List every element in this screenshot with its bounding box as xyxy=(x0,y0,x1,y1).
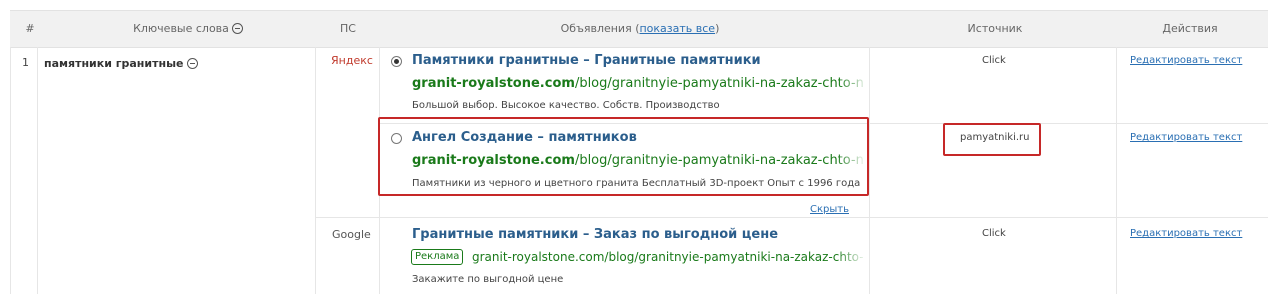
ad-description: Большой выбор. Высокое качество. Собств.… xyxy=(412,100,720,111)
header-num: # xyxy=(25,22,35,35)
row-number: 1 xyxy=(22,56,29,69)
edit-text-link[interactable]: Редактировать текст xyxy=(1130,132,1242,143)
ad-source: Click xyxy=(982,55,1006,66)
header-ads-label: Объявления ( xyxy=(560,22,640,35)
url-fade xyxy=(836,153,866,171)
col-divider xyxy=(1116,47,1117,294)
ad-select-radio[interactable] xyxy=(391,133,402,144)
ad-path: /blog/granitnyie-pamyatniki-na-zakaz-cht… xyxy=(574,153,864,168)
ad-url: granit-royalstone.com/blog/granitnyie-pa… xyxy=(472,250,864,264)
top-strip xyxy=(0,0,1268,10)
header-ps: ПС xyxy=(340,22,356,35)
col-divider xyxy=(37,47,38,294)
ad-source: Click xyxy=(982,228,1006,239)
ad-source: pamyatniki.ru xyxy=(960,132,1030,143)
header-ads: Объявления (показать все) xyxy=(540,11,740,47)
col-divider xyxy=(315,47,316,294)
collapse-all-icon[interactable] xyxy=(231,23,243,34)
ad-url: granit-royalstone.com/blog/granitnyie-pa… xyxy=(412,76,864,91)
ad-domain: granit-royalstone.com xyxy=(412,76,575,91)
ad-select-radio[interactable] xyxy=(391,56,402,67)
edit-text-link[interactable]: Редактировать текст xyxy=(1130,55,1242,66)
ad-title: Гранитные памятники – Заказ по выгодной … xyxy=(412,227,779,242)
table-header: # Ключевые слова ПС Объявления (показать… xyxy=(10,10,1268,48)
ps-google: Google xyxy=(332,228,371,241)
ad-description: Закажите по выгодной цене xyxy=(412,274,564,285)
header-keywords: Ключевые слова xyxy=(118,11,258,47)
keyword-cell: памятники гранитные xyxy=(44,57,198,70)
edit-text-link[interactable]: Редактировать текст xyxy=(1130,228,1242,239)
ad-title: Ангел Создание – памятников xyxy=(412,130,637,145)
ad-domain: granit-royalstone.com xyxy=(412,153,575,168)
show-all-link[interactable]: показать все xyxy=(639,22,715,35)
header-actions: Действия xyxy=(1162,22,1218,35)
header-keywords-label: Ключевые слова xyxy=(133,22,229,35)
col-divider xyxy=(10,47,11,294)
header-source: Источник xyxy=(967,22,1023,35)
url-fade xyxy=(838,76,868,94)
header-ads-suffix: ) xyxy=(715,22,720,35)
ad-path: /blog/granitnyie-pamyatniki-na-zakaz-cht… xyxy=(574,76,864,91)
ps-yandex: Яндекс xyxy=(331,54,373,67)
hide-link[interactable]: Скрыть xyxy=(810,204,849,215)
ad-badge: Реклама xyxy=(411,249,464,265)
col-divider xyxy=(869,47,870,294)
collapse-keyword-icon[interactable] xyxy=(186,58,198,69)
ad-title: Памятники гранитные – Гранитные памятник… xyxy=(412,53,761,68)
keyword-text: памятники гранитные xyxy=(44,57,184,70)
row-divider xyxy=(315,217,1268,218)
ad-url: granit-royalstone.com/blog/granitnyie-pa… xyxy=(412,153,864,168)
ad-description: Памятники из черного и цветного гранита … xyxy=(412,178,861,189)
url-fade xyxy=(836,249,866,267)
